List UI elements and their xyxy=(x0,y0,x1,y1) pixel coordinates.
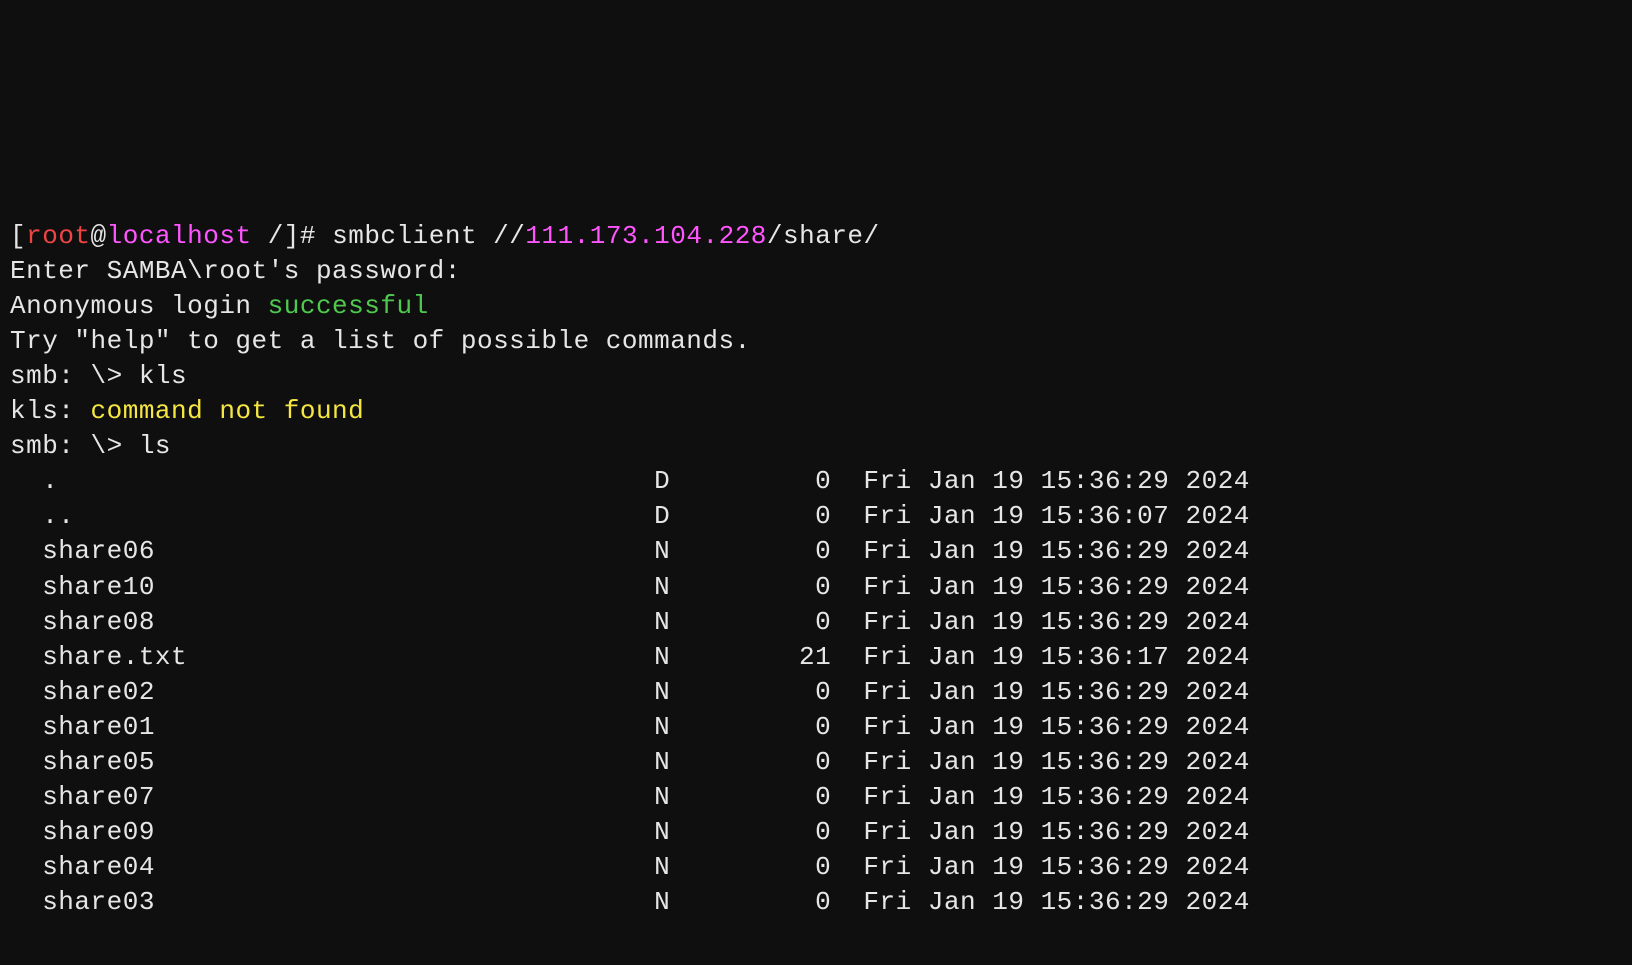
cmd-smbclient-b: /share/ xyxy=(767,221,880,251)
cmd-ls: ls xyxy=(139,431,171,461)
file-listing: . D 0 Fri Jan 19 15:36:29 2024 .. D 0 Fr… xyxy=(10,464,1622,920)
enter-password-line: Enter SAMBA\root's password: xyxy=(10,256,461,286)
prompt-hash: # xyxy=(300,221,332,251)
cmd-smbclient-ip: 111.173.104.228 xyxy=(525,221,767,251)
anonymous-login-a: Anonymous login xyxy=(10,291,268,321)
cmd-smbclient-a: smbclient // xyxy=(332,221,525,251)
prompt-bracket-close: ] xyxy=(284,221,300,251)
prompt-bracket-open: [ xyxy=(10,221,26,251)
anonymous-login-successful: successful xyxy=(268,291,429,321)
prompt-path: / xyxy=(268,221,284,251)
prompt-host: localhost xyxy=(107,221,252,251)
prompt-user: root xyxy=(26,221,90,251)
terminal-output[interactable]: [root@localhost /]# smbclient //111.173.… xyxy=(0,175,1632,965)
cmd-kls: kls xyxy=(139,361,187,391)
prompt-at: @ xyxy=(91,221,107,251)
error-prefix: kls: xyxy=(10,396,91,426)
blocks-footer: 15346632 blocks of size 1024. 12499088 b… xyxy=(10,956,1622,965)
prompt-space xyxy=(252,221,268,251)
smb-prompt-2: smb: \> xyxy=(10,431,139,461)
error-command-not-found: command not found xyxy=(91,396,365,426)
try-help-line: Try "help" to get a list of possible com… xyxy=(10,326,751,356)
smb-prompt-1: smb: \> xyxy=(10,361,139,391)
